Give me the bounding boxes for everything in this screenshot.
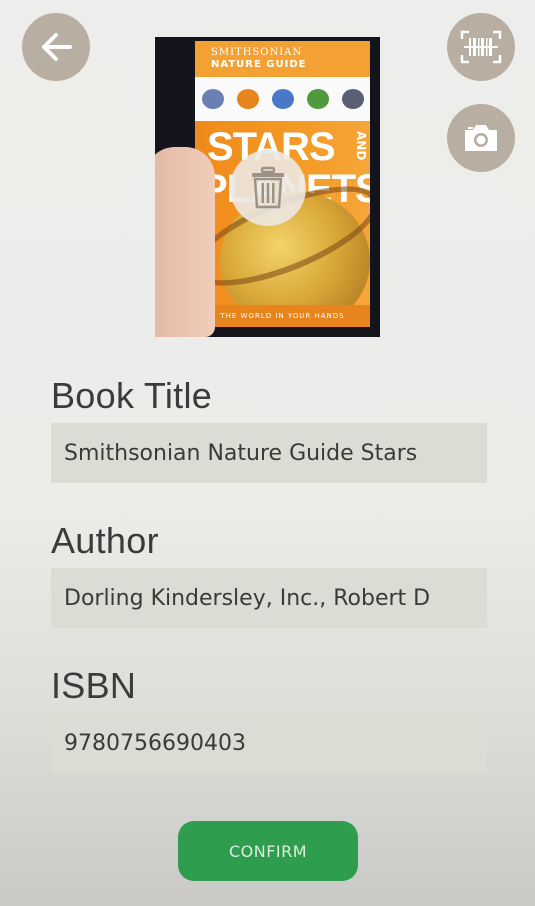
book-title-input[interactable]: Smithsonian Nature Guide Stars (51, 423, 487, 483)
isbn-input[interactable]: 9780756690403 (51, 713, 487, 773)
book-brand: SMITHSONIAN (211, 47, 303, 58)
book-title-label: Book Title (51, 375, 213, 416)
arrow-left-icon (42, 33, 72, 61)
barcode-scan-icon (460, 30, 502, 64)
book-series: NATURE GUIDE (211, 59, 307, 70)
confirm-button[interactable]: CONFIRM (178, 821, 358, 881)
author-input[interactable]: Dorling Kindersley, Inc., Robert D (51, 568, 487, 628)
delete-photo-button[interactable] (230, 150, 306, 226)
barcode-scan-button[interactable] (447, 13, 515, 81)
isbn-label: ISBN (51, 665, 137, 706)
back-button[interactable] (22, 13, 90, 81)
camera-icon (465, 125, 497, 151)
book-title-side: AND (354, 131, 368, 161)
camera-button[interactable] (447, 104, 515, 172)
author-label: Author (51, 520, 159, 561)
book-tagline: THE WORLD IN YOUR HANDS (195, 305, 370, 327)
trash-icon (252, 166, 284, 209)
